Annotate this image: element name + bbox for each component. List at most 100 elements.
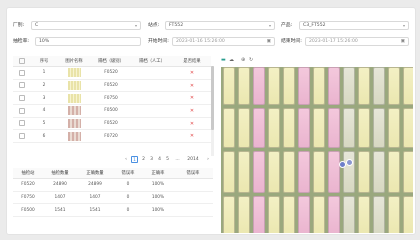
row-checkbox[interactable] (13, 129, 31, 144)
select-all-checkbox[interactable] (13, 56, 31, 67)
table-row[interactable]: 2 F0520 ✕ (13, 79, 211, 93)
main-card: 厂别: C ▾ 站点: FT552 ▾ 产品: C3_FT552 ▾ 抽检率: … (6, 7, 416, 235)
row-thumbnail[interactable] (57, 129, 91, 144)
row-thumbnail[interactable] (57, 66, 91, 80)
row-manual[interactable] (131, 66, 173, 80)
row-thumbnail[interactable] (57, 91, 91, 106)
row-no: 5 (31, 117, 57, 131)
table-row[interactable]: 3 F0750 ✕ (13, 91, 211, 106)
station-select[interactable]: FT552 ▾ (165, 21, 275, 30)
row-thumbnail[interactable] (57, 117, 91, 131)
strip-row-1 (221, 67, 413, 105)
col-header-correct-rate: 正确率 (143, 168, 173, 179)
row-grade: F0720 (91, 129, 131, 144)
end-time-value: 2023-01-17 15:26:00 (309, 39, 358, 44)
chevron-down-icon: ▾ (134, 23, 137, 28)
strip (253, 67, 265, 105)
row-no: 4 (31, 104, 57, 118)
row-manual[interactable] (131, 91, 173, 106)
ratio-label: 抽检率: (13, 39, 30, 44)
page-ellipsis[interactable]: ... (173, 156, 182, 163)
start-time-picker[interactable]: 2023-01-16 15:26:00 ▣ (172, 37, 275, 46)
row-manual[interactable] (131, 129, 173, 144)
strip (343, 151, 355, 193)
product-image[interactable] (221, 67, 413, 233)
strip (298, 108, 310, 148)
strip (313, 151, 325, 193)
col-header-grade: 隔档（级别） (91, 56, 131, 67)
delete-icon[interactable]: ✕ (173, 79, 211, 93)
cloud-icon[interactable]: ☁ (229, 56, 234, 64)
cell-station: F0750 (13, 191, 43, 205)
end-time-picker[interactable]: 2023-01-17 15:26:00 ▣ (305, 37, 409, 46)
strip (253, 108, 265, 148)
page-3-button[interactable]: 3 (148, 156, 155, 163)
delete-icon[interactable]: ✕ (173, 117, 211, 131)
row-manual[interactable] (131, 104, 173, 118)
strip (358, 151, 370, 193)
strip-row-4 (221, 196, 413, 233)
strip (343, 67, 355, 105)
row-checkbox[interactable] (13, 104, 31, 118)
row-grade: F0520 (91, 117, 131, 131)
delete-icon[interactable]: ✕ (173, 129, 211, 144)
table-row[interactable]: 4 F0500 ✕ (13, 104, 211, 118)
row-checkbox[interactable] (13, 79, 31, 93)
strip (373, 196, 385, 233)
image-nav-handle[interactable] (346, 159, 353, 166)
strip (343, 108, 355, 148)
strip (388, 196, 400, 233)
row-grade: F0750 (91, 91, 131, 106)
cell-error-rate: 0 (113, 203, 143, 218)
strip (268, 108, 280, 148)
image-viewer: ▬ ☁ ⊕ ↻ (219, 55, 413, 233)
row-checkbox[interactable] (13, 66, 31, 80)
image-icon[interactable]: ▬ (221, 56, 226, 64)
table-scrollbar[interactable] (211, 66, 214, 156)
scrollbar-thumb[interactable] (211, 66, 214, 130)
row-manual[interactable] (131, 79, 173, 93)
cell-error-rate-2 (173, 191, 213, 205)
strip (253, 196, 265, 233)
delete-icon[interactable]: ✕ (173, 91, 211, 106)
zoom-icon[interactable]: ⊕ (241, 56, 245, 64)
row-checkbox[interactable] (13, 91, 31, 106)
image-nav-handle[interactable] (339, 161, 346, 168)
page-4-button[interactable]: 4 (156, 156, 163, 163)
page-1-button[interactable]: 1 (131, 156, 138, 163)
row-manual[interactable] (131, 117, 173, 131)
cell-station: F0520 (13, 178, 43, 192)
summary-table: 抽检站 抽检数量 正确数量 错误率 正确率 错误率 F0520 24890 24… (13, 168, 213, 224)
ratio-input[interactable]: 10% (35, 37, 141, 46)
row-no: 2 (31, 79, 57, 93)
table-row[interactable]: 1 F0520 ✕ (13, 66, 211, 80)
prev-page-button[interactable]: ‹ (123, 156, 129, 163)
next-page-button[interactable]: › (205, 156, 211, 163)
table-row[interactable]: 5 F0520 ✕ (13, 117, 211, 131)
image-table-header: 序号 图片名称 隔档（级别） 隔档（人工） 是否结果 (13, 56, 211, 67)
factory-select[interactable]: C ▾ (31, 21, 141, 30)
delete-icon[interactable]: ✕ (173, 104, 211, 118)
page-2-button[interactable]: 2 (140, 156, 147, 163)
strip (283, 196, 295, 233)
product-select[interactable]: C3_FT552 ▾ (299, 21, 409, 30)
strip (223, 67, 235, 105)
row-thumbnail[interactable] (57, 79, 91, 93)
strip (298, 196, 310, 233)
page-last-button[interactable]: 2014 (185, 156, 201, 163)
table-row: F0520 24890 24899 0 100% (13, 178, 213, 192)
page-5-button[interactable]: 5 (164, 156, 171, 163)
cell-error-rate-2 (173, 203, 213, 218)
row-no: 6 (31, 129, 57, 144)
start-time-value: 2023-01-16 15:26:00 (176, 39, 225, 44)
viewer-toolbar: ▬ ☁ ⊕ ↻ (219, 55, 413, 65)
strip (388, 151, 400, 193)
row-checkbox[interactable] (13, 117, 31, 131)
delete-icon[interactable]: ✕ (173, 66, 211, 80)
refresh-icon[interactable]: ↻ (249, 56, 253, 64)
factory-value: C (35, 23, 39, 28)
cell-sample-count: 1541 (43, 203, 77, 218)
table-row[interactable]: 6 F0720 ✕ (13, 129, 211, 144)
col-header-image: 图片名称 (57, 56, 91, 67)
row-thumbnail[interactable] (57, 104, 91, 118)
